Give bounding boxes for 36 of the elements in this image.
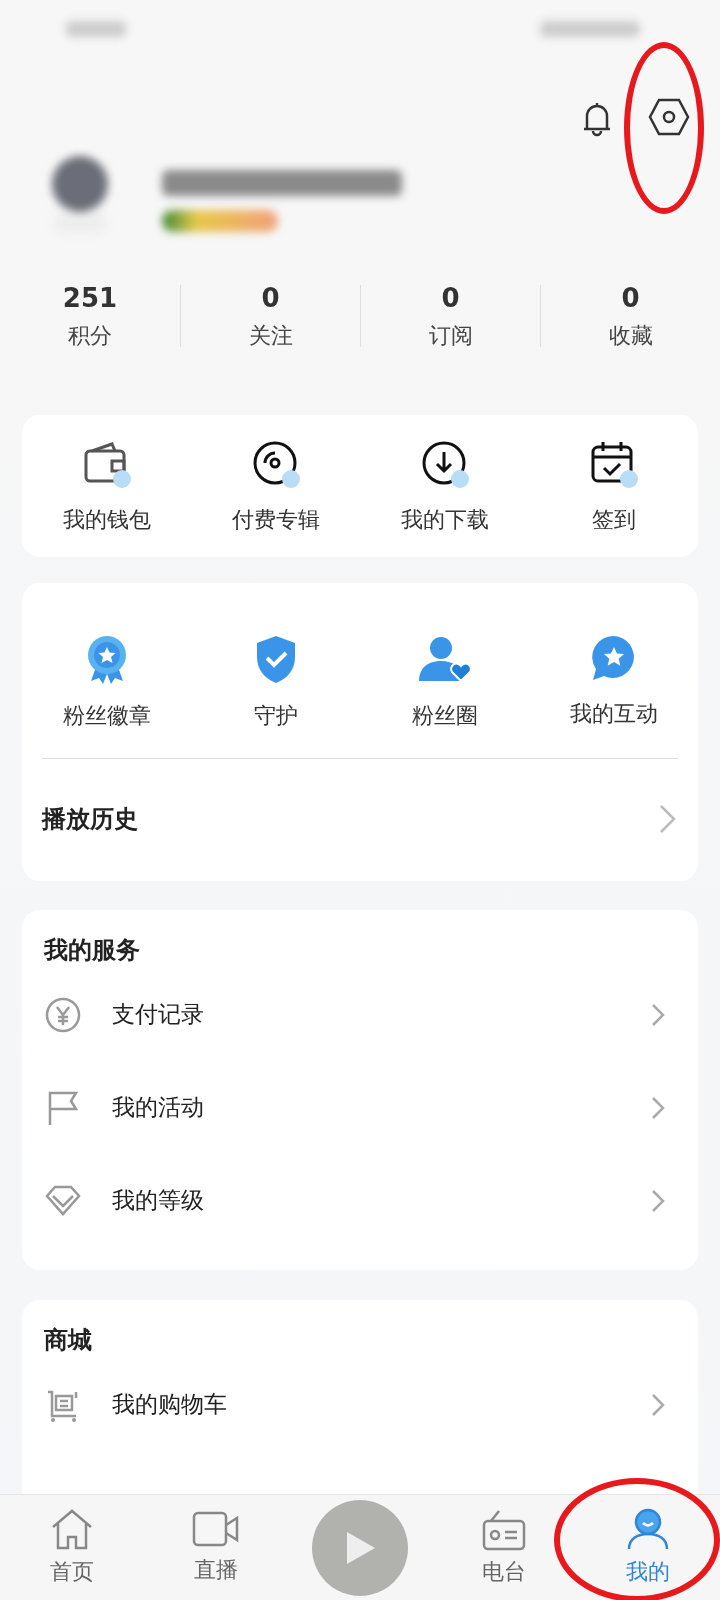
shortcut-label[interactable]: 付费专辑 — [231, 503, 320, 536]
menu-item-label[interactable]: 我的活动 — [112, 1090, 650, 1125]
section-title: 商城 — [44, 1325, 93, 1356]
video-camera-icon — [191, 1509, 241, 1549]
stat-value: 251 — [62, 285, 118, 311]
stat-label: 积分 — [68, 325, 112, 347]
chevron-right-icon[interactable] — [650, 1001, 666, 1028]
shortcut-label[interactable]: 我的下载 — [400, 503, 489, 536]
section-title: 我的服务 — [44, 935, 141, 966]
stat-value: 0 — [441, 285, 460, 311]
shortcut-label[interactable]: 粉丝徽章 — [62, 699, 151, 732]
chevron-right-icon[interactable] — [650, 1391, 666, 1418]
user-avatar-icon — [625, 1507, 671, 1551]
tab-bar-item[interactable]: 电台 — [432, 1506, 576, 1589]
tab-bar-item[interactable]: 我的 — [576, 1506, 720, 1589]
chevron-right-icon[interactable] — [650, 1187, 666, 1214]
shortcut-label[interactable]: 守护 — [253, 699, 298, 732]
chevron-right-icon[interactable] — [658, 803, 678, 835]
shortcut-label[interactable]: 我的钱包 — [62, 503, 151, 536]
menu-item-label[interactable]: 我的购物车 — [112, 1387, 650, 1422]
stat-label: 订阅 — [428, 325, 473, 347]
yen-icon — [44, 995, 82, 1034]
stat-label: 关注 — [248, 325, 293, 347]
stat-value: 0 — [621, 285, 640, 311]
stat-label: 收藏 — [608, 325, 653, 347]
menu-item-label[interactable]: 我的等级 — [112, 1183, 650, 1218]
shortcut-label[interactable]: 粉丝圈 — [411, 699, 478, 732]
chevron-right-icon[interactable] — [650, 1094, 666, 1121]
shortcut-label[interactable]: 签到 — [591, 503, 636, 536]
menu-item-label[interactable]: 支付记录 — [112, 997, 650, 1032]
tab-bar-item[interactable]: 首页 — [0, 1506, 144, 1589]
shortcut-label[interactable]: 我的互动 — [569, 697, 658, 730]
stat-value: 0 — [261, 285, 280, 311]
settings-icon[interactable] — [648, 98, 690, 136]
tab-bar-item[interactable]: 直播 — [144, 1508, 288, 1587]
section-title[interactable]: 播放历史 — [42, 801, 658, 837]
